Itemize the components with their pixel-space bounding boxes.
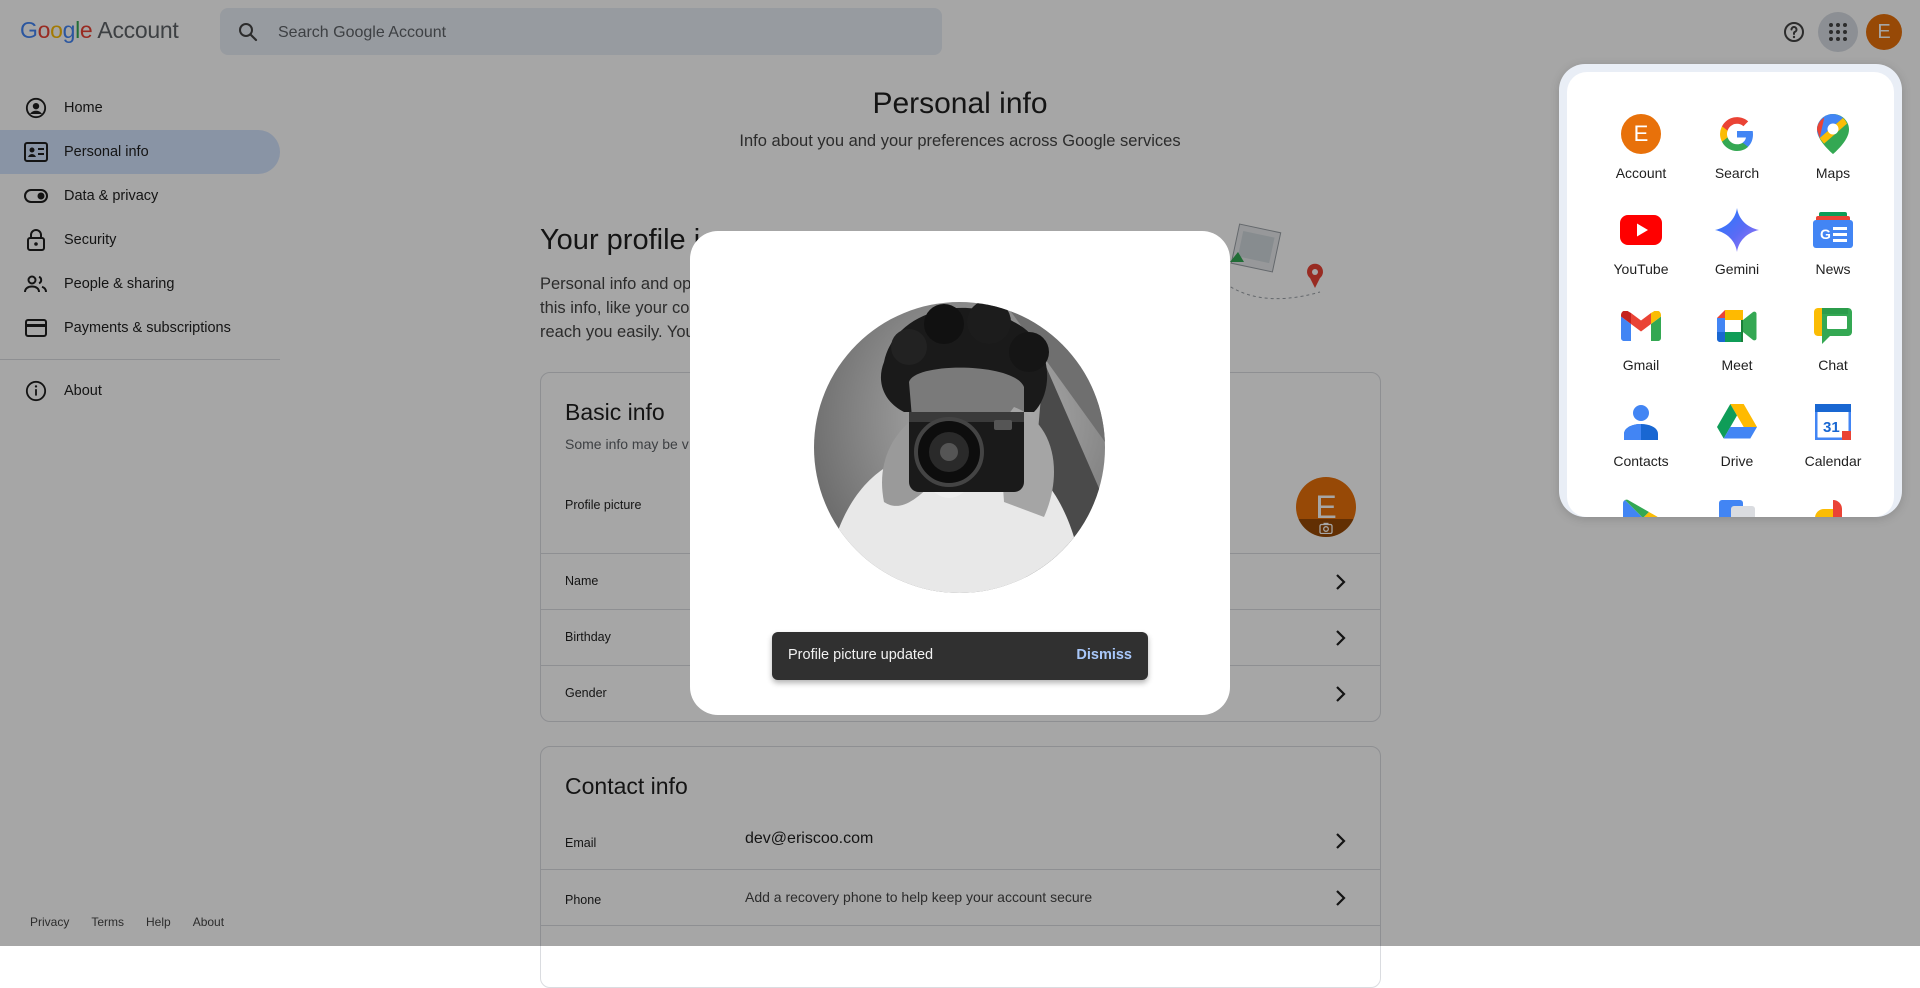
profile-picture-dialog: Profile picture updated Dismiss — [690, 231, 1230, 715]
google-apps-panel: E Account Search Maps YouTube Gemini G N… — [1559, 64, 1902, 517]
profile-photo-image — [814, 302, 1105, 593]
app-news[interactable]: G News — [1785, 208, 1881, 277]
app-label: Gemini — [1714, 261, 1760, 277]
apps-grid: E Account Search Maps YouTube Gemini G N… — [1567, 72, 1894, 517]
app-account[interactable]: E Account — [1593, 112, 1689, 181]
app-meet[interactable]: Meet — [1689, 304, 1785, 373]
app-maps[interactable]: Maps — [1785, 112, 1881, 181]
app-label: Drive — [1720, 453, 1754, 469]
play-store-icon — [1619, 496, 1663, 517]
app-label: YouTube — [1613, 261, 1669, 277]
snackbar-message: Profile picture updated — [788, 647, 934, 663]
account-app-initial: E — [1621, 114, 1661, 154]
contacts-icon — [1619, 400, 1663, 444]
app-photos[interactable] — [1785, 496, 1881, 517]
app-label: News — [1815, 261, 1851, 277]
chat-icon — [1811, 304, 1855, 348]
app-label: Maps — [1815, 165, 1851, 181]
calendar-day: 31 — [1823, 419, 1840, 436]
app-label: Calendar — [1804, 453, 1862, 469]
app-label: Gmail — [1622, 357, 1660, 373]
app-youtube[interactable]: YouTube — [1593, 208, 1689, 277]
app-contacts[interactable]: Contacts — [1593, 400, 1689, 469]
maps-icon — [1811, 112, 1855, 156]
photos-icon — [1811, 496, 1855, 517]
app-label: Search — [1714, 165, 1760, 181]
app-gemini[interactable]: Gemini — [1689, 208, 1785, 277]
meet-icon — [1715, 304, 1759, 348]
app-search[interactable]: Search — [1689, 112, 1785, 181]
translate-icon — [1715, 496, 1759, 517]
youtube-icon — [1619, 208, 1663, 252]
app-calendar[interactable]: 31 Calendar — [1785, 400, 1881, 469]
gmail-icon — [1619, 304, 1663, 348]
drive-icon — [1715, 400, 1759, 444]
app-drive[interactable]: Drive — [1689, 400, 1785, 469]
profile-photo-preview — [814, 302, 1105, 593]
snackbar: Profile picture updated Dismiss — [772, 632, 1148, 680]
app-label: Meet — [1721, 357, 1753, 373]
account-app-icon: E — [1619, 112, 1663, 156]
app-play[interactable] — [1593, 496, 1689, 517]
gemini-icon — [1715, 208, 1759, 252]
app-label: Account — [1615, 165, 1667, 181]
app-label: Contacts — [1613, 453, 1669, 469]
google-search-icon — [1715, 112, 1759, 156]
calendar-icon: 31 — [1811, 400, 1855, 444]
svg-text:G: G — [1820, 226, 1831, 242]
app-translate[interactable] — [1689, 496, 1785, 517]
app-chat[interactable]: Chat — [1785, 304, 1881, 373]
dismiss-button[interactable]: Dismiss — [1076, 647, 1132, 663]
news-icon: G — [1811, 208, 1855, 252]
app-label: Chat — [1818, 357, 1848, 373]
app-gmail[interactable]: Gmail — [1593, 304, 1689, 373]
